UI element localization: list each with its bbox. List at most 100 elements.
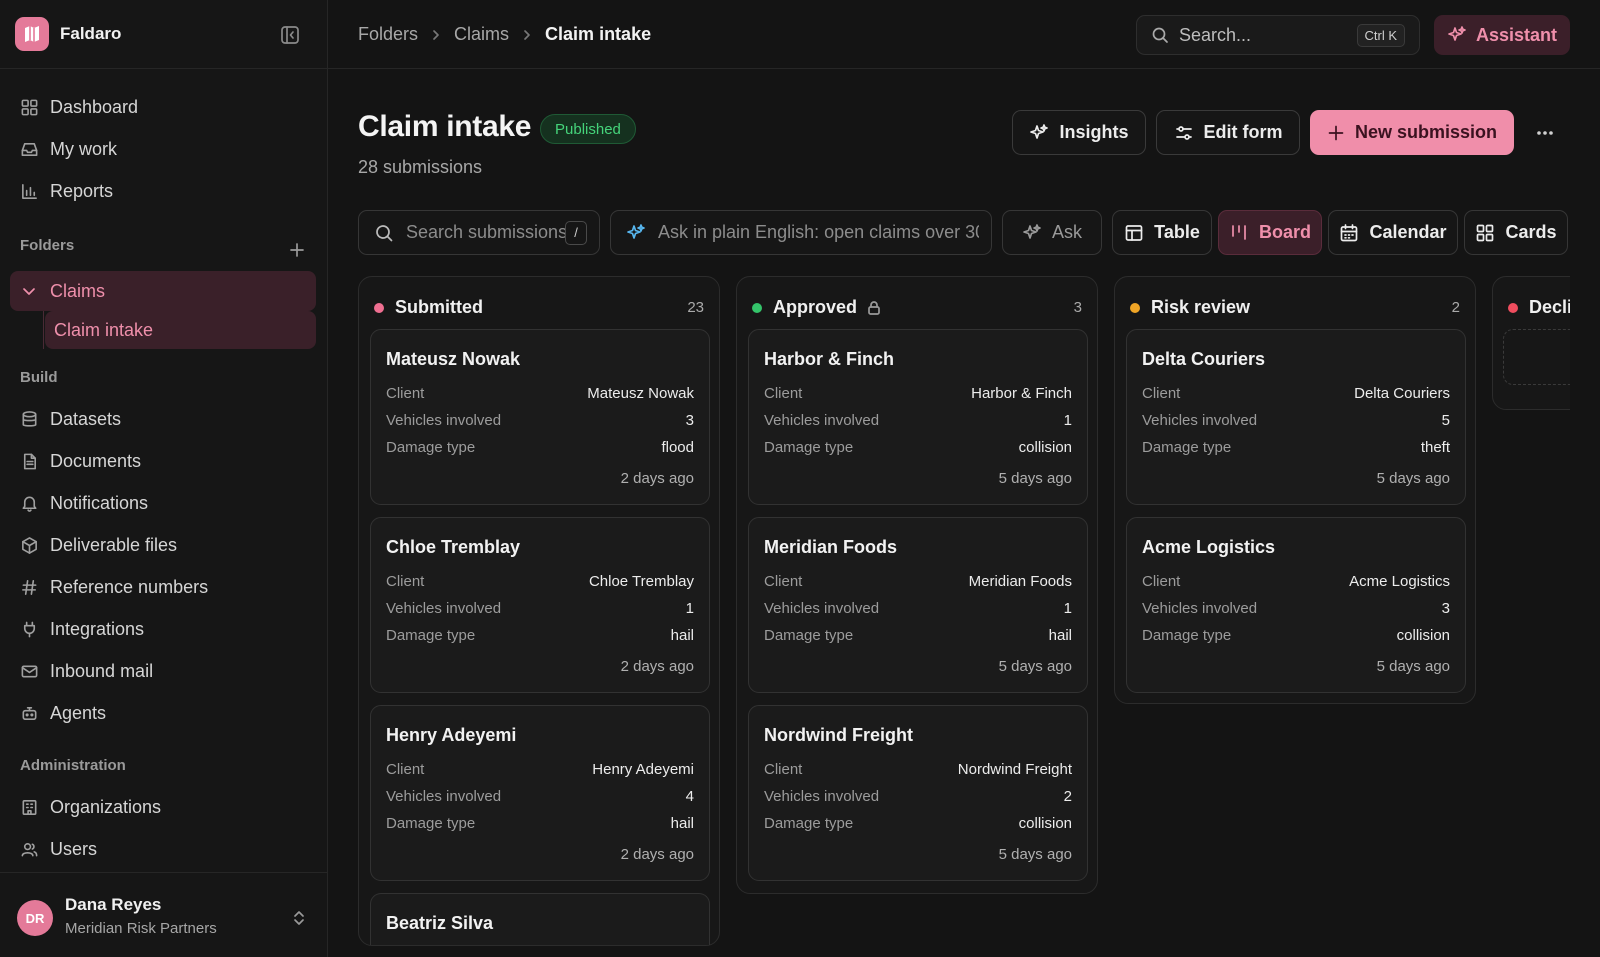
nav-label: Notifications [50, 492, 149, 513]
submission-card[interactable]: Beatriz Silva [370, 893, 710, 945]
ask-button[interactable]: Ask [1002, 210, 1102, 255]
breadcrumb-folders[interactable]: Folders [358, 24, 418, 45]
submission-card[interactable]: Delta Couriers Client Delta Couriers Vehi… [1126, 329, 1466, 505]
submission-card[interactable]: Chloe Tremblay Client Chloe Tremblay Vehi… [370, 517, 710, 693]
field-row: Vehicles involved 4 [386, 788, 694, 805]
view-table-label: Table [1154, 222, 1200, 242]
folder-claims-label: Claims [50, 280, 106, 301]
view-table-button[interactable]: Table [1112, 210, 1212, 255]
card-timestamp: 5 days ago [1376, 470, 1450, 487]
folders-section-label: Folders [20, 237, 75, 254]
breadcrumb-claims[interactable]: Claims [454, 24, 509, 45]
field-row: Client Delta Couriers [1142, 385, 1450, 402]
field-label: Client [764, 761, 803, 778]
view-calendar-label: Calendar [1369, 222, 1447, 242]
column-header: Submitted 23 [374, 297, 704, 318]
assistant-button[interactable]: Assistant [1434, 15, 1570, 55]
nav-organizations[interactable]: Organizations [10, 788, 316, 826]
new-submission-button[interactable]: New submission [1310, 110, 1514, 155]
chevrons-up-down-icon[interactable] [290, 909, 308, 927]
field-value: Delta Couriers [1354, 385, 1450, 402]
add-folder-icon[interactable] [288, 241, 306, 259]
submission-card[interactable]: Harbor & Finch Client Harbor & Finch Vehi… [748, 329, 1088, 505]
field-row: Damage type hail [386, 815, 694, 832]
sparkles-icon [1022, 223, 1042, 243]
field-label: Client [386, 761, 425, 778]
field-label: Client [764, 573, 803, 590]
breadcrumb-claim-intake: Claim intake [545, 24, 652, 44]
nav-datasets[interactable]: Datasets [10, 400, 316, 438]
nav-label: Organizations [50, 796, 162, 817]
field-value: collision [1018, 815, 1072, 832]
more-options-icon[interactable] [1534, 122, 1556, 144]
field-value: 3 [685, 412, 694, 429]
edit-form-button[interactable]: Edit form [1156, 110, 1300, 155]
app-logo-icon[interactable] [15, 17, 49, 51]
field-row: Client Meridian Foods [764, 573, 1072, 590]
sidebar-collapse-icon[interactable] [279, 24, 301, 46]
nav-notifications[interactable]: Notifications [10, 484, 316, 522]
view-cards-label: Cards [1505, 222, 1557, 242]
field-label: Damage type [386, 627, 476, 644]
card-title: Acme Logistics [1142, 537, 1276, 557]
submission-card[interactable]: Nordwind Freight Client Nordwind Freight … [748, 705, 1088, 881]
view-calendar-button[interactable]: Calendar [1328, 210, 1458, 255]
nav-reports[interactable]: Reports [10, 172, 316, 210]
insights-button[interactable]: Insights [1012, 110, 1146, 155]
bar-chart-icon [10, 182, 50, 201]
status-dot [374, 302, 384, 313]
edit-form-label: Edit form [1203, 122, 1283, 142]
nav-label: Integrations [50, 618, 145, 639]
card-title: Harbor & Finch [764, 349, 895, 369]
nav-dashboard[interactable]: Dashboard [10, 88, 316, 126]
nav-agents[interactable]: Agents [10, 694, 316, 732]
field-row: Damage type flood [386, 439, 694, 456]
global-search-input[interactable]: Search... Ctrl K [1136, 15, 1420, 55]
field-value: 5 [1441, 412, 1450, 429]
view-cards-button[interactable]: Cards [1464, 210, 1568, 255]
field-row: Client Henry Adeyemi [386, 761, 694, 778]
field-value: 1 [1063, 600, 1072, 617]
view-board-button[interactable]: Board [1218, 210, 1322, 255]
field-value: Meridian Foods [968, 573, 1072, 590]
nav-documents[interactable]: Documents [10, 442, 316, 480]
submission-search-placeholder: Search submissions [406, 222, 565, 242]
chevron-right-icon [429, 28, 443, 42]
nav-reference-numbers[interactable]: Reference numbers [10, 568, 316, 606]
field-value: hail [670, 627, 694, 644]
users-icon [10, 840, 50, 859]
nav-users[interactable]: Users [10, 830, 316, 868]
search-icon [374, 223, 394, 243]
column-header: Approved 3 [752, 297, 1082, 318]
field-label: Client [386, 573, 425, 590]
submission-card[interactable]: Meridian Foods Client Meridian Foods Vehi… [748, 517, 1088, 693]
field-value: collision [1018, 439, 1072, 456]
field-value: 1 [685, 600, 694, 617]
nav-integrations[interactable]: Integrations [10, 610, 316, 648]
field-value: Nordwind Freight [957, 761, 1072, 778]
submission-search-input[interactable]: Search submissions / [358, 210, 600, 255]
field-label: Damage type [764, 815, 854, 832]
nav-label: Dashboard [50, 96, 139, 117]
field-value: hail [1048, 627, 1072, 644]
status-badge: Published [540, 114, 636, 144]
ask-query-input[interactable]: Ask in plain English: open claims over 3… [610, 210, 992, 255]
submission-count: 28 submissions [358, 157, 483, 177]
nav-label: Reports [50, 180, 114, 201]
submission-card[interactable]: Acme Logistics Client Acme Logistics Vehi… [1126, 517, 1466, 693]
folder-claim-intake[interactable]: Claim intake [45, 311, 316, 349]
field-value: Chloe Tremblay [588, 573, 694, 590]
search-icon [1151, 26, 1169, 44]
nav-inbound-mail[interactable]: Inbound mail [10, 652, 316, 690]
folder-claims[interactable]: Claims [10, 271, 316, 311]
user-menu[interactable]: DR Dana Reyes Meridian Risk Partners [0, 872, 327, 957]
assistant-label: Assistant [1475, 24, 1558, 45]
submission-card[interactable]: Henry Adeyemi Client Henry Adeyemi Vehicl… [370, 705, 710, 881]
sidebar: Faldaro Dashboard My work Reports Folder… [0, 0, 328, 957]
field-row: Damage type collision [1142, 627, 1450, 644]
board-column-approved: Approved 3 Harbor & Finch Client Harbor &… [736, 276, 1098, 894]
nav-deliverable-files[interactable]: Deliverable files [10, 526, 316, 564]
column-title: Risk review [1151, 297, 1251, 317]
nav-my-work[interactable]: My work [10, 130, 316, 168]
submission-card[interactable]: Mateusz Nowak Client Mateusz Nowak Vehicl… [370, 329, 710, 505]
